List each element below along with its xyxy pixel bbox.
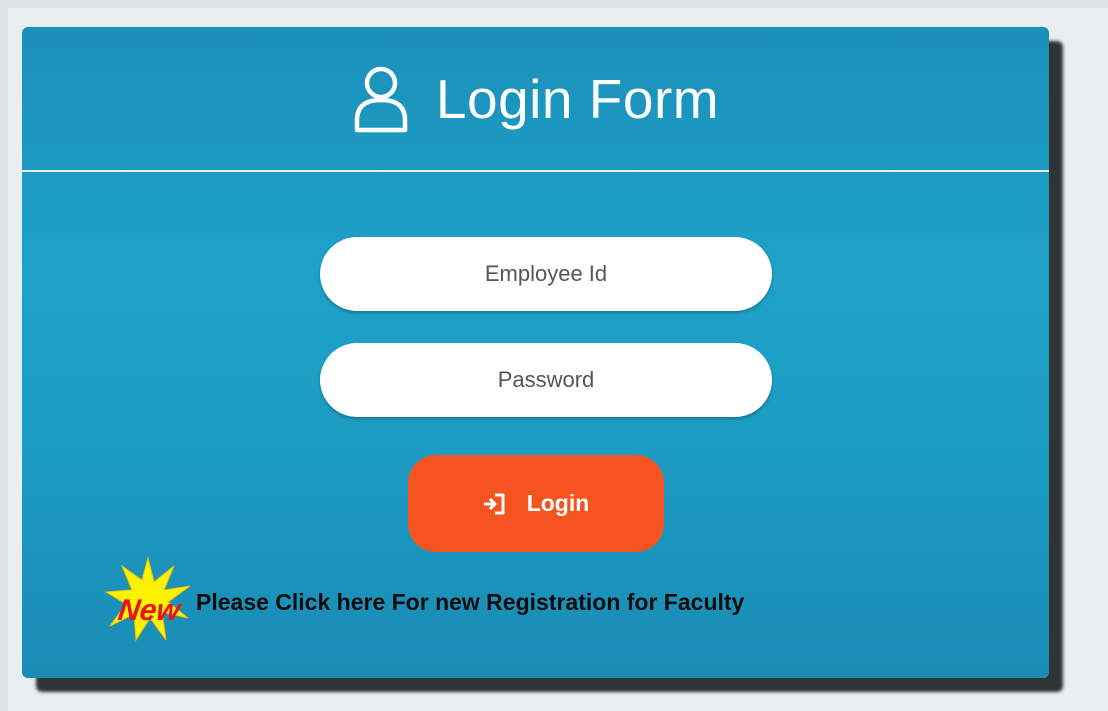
page-title: Login Form <box>435 67 720 130</box>
user-icon <box>354 66 408 132</box>
password-input[interactable] <box>320 343 772 417</box>
svg-text:New: New <box>116 594 185 627</box>
employee-id-input[interactable] <box>320 237 772 311</box>
registration-row: New Please Click here For new Registrati… <box>104 556 744 642</box>
login-card: Login Form Login New Please Click here F… <box>22 27 1049 678</box>
new-registration-link[interactable]: Please Click here For new Registration f… <box>196 589 744 616</box>
sign-in-icon <box>483 493 505 514</box>
header-divider <box>22 170 1049 172</box>
new-badge-icon: New <box>104 556 191 642</box>
login-button-label: Login <box>526 490 590 516</box>
card-header: Login Form <box>22 27 1049 170</box>
login-button[interactable]: Login <box>408 455 664 552</box>
